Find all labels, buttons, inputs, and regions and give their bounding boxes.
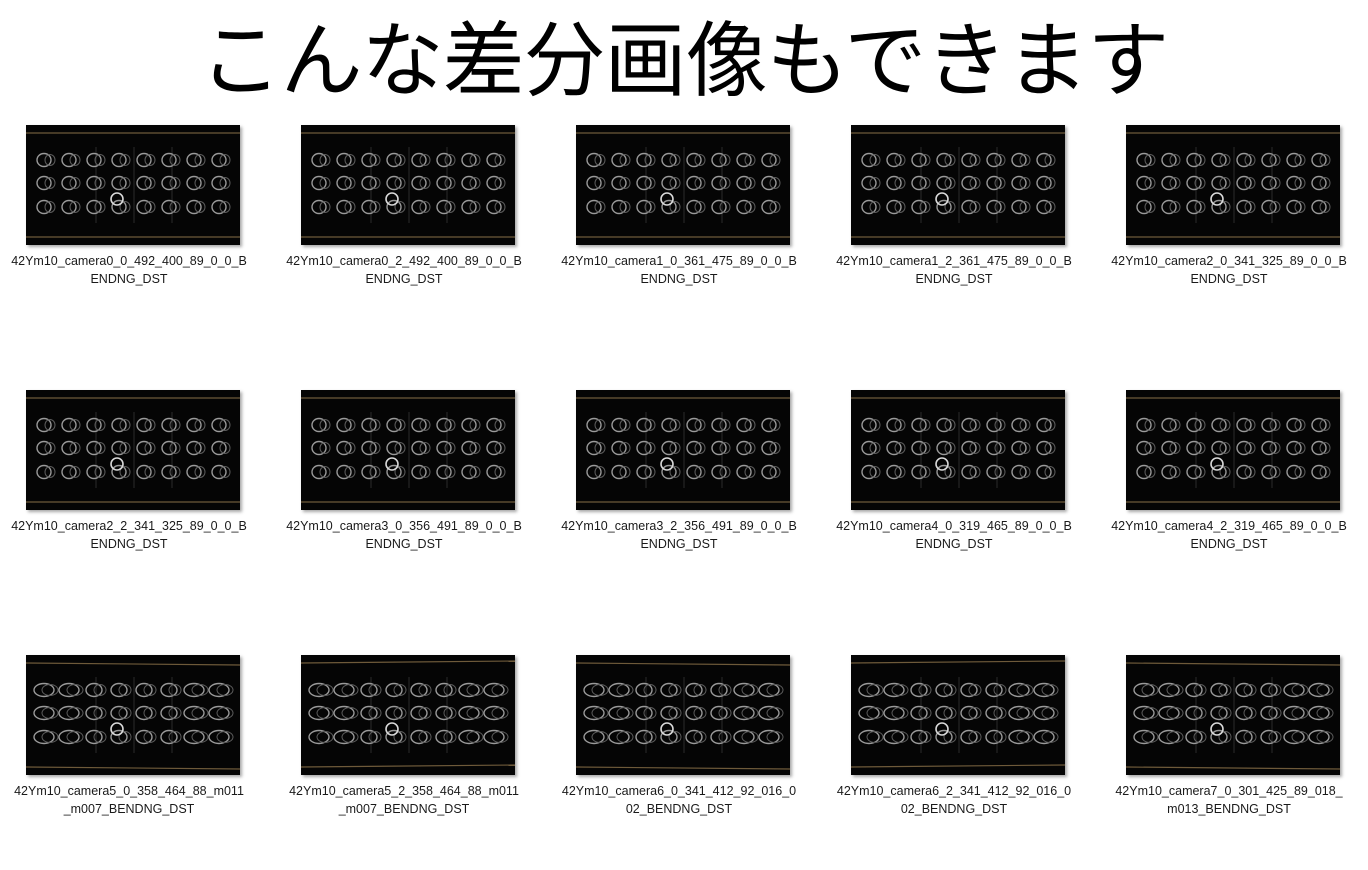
file-name-line1: 42Ym10_camera1_2_361_475_89_0_0_B [836, 254, 1072, 268]
difference-image-preview [1126, 390, 1340, 510]
file-thumbnail[interactable] [576, 125, 790, 245]
difference-image-preview [576, 390, 790, 510]
file-item[interactable]: 42Ym10_camera5_2_358_464_88_m011 _m007_BE… [284, 655, 524, 855]
file-thumbnail[interactable] [851, 655, 1065, 775]
file-item[interactable]: 42Ym10_camera6_0_341_412_92_016_0 02_BEND… [559, 655, 799, 855]
file-name: 42Ym10_camera4_2_319_465_89_0_0_B ENDNG_D… [1109, 517, 1349, 553]
file-name-line2: ENDNG_DST [1190, 272, 1268, 286]
file-name-line2: 02_BENDNG_DST [625, 802, 733, 816]
difference-image-preview [851, 655, 1065, 775]
file-item[interactable]: 42Ym10_camera3_0_356_491_89_0_0_B ENDNG_D… [284, 390, 524, 590]
file-thumbnail[interactable] [26, 655, 240, 775]
file-name-line2: ENDNG_DST [90, 537, 168, 551]
file-name-line1: 42Ym10_camera4_0_319_465_89_0_0_B [836, 519, 1072, 533]
difference-image-preview [301, 390, 515, 510]
file-item[interactable]: 42Ym10_camera1_0_361_475_89_0_0_B ENDNG_D… [559, 125, 799, 325]
difference-image-preview [576, 655, 790, 775]
file-name: 42Ym10_camera3_2_356_491_89_0_0_B ENDNG_D… [559, 517, 799, 553]
difference-image-preview [301, 655, 515, 775]
file-thumbnail[interactable] [26, 390, 240, 510]
file-item[interactable]: 42Ym10_camera6_2_341_412_92_016_0 02_BEND… [834, 655, 1074, 855]
file-name: 42Ym10_camera6_2_341_412_92_016_0 02_BEND… [834, 782, 1074, 818]
file-name-line1: 42Ym10_camera7_0_301_425_89_018_ [1115, 784, 1343, 798]
file-thumbnail[interactable] [1126, 655, 1340, 775]
file-name: 42Ym10_camera7_0_301_425_89_018_ m013_BEN… [1109, 782, 1349, 818]
file-name-line2: m013_BENDNG_DST [1167, 802, 1291, 816]
file-name-line2: ENDNG_DST [640, 272, 718, 286]
file-item[interactable]: 42Ym10_camera4_2_319_465_89_0_0_B ENDNG_D… [1109, 390, 1349, 590]
difference-image-preview [301, 125, 515, 245]
file-name-line2: ENDNG_DST [90, 272, 168, 286]
file-name-line1: 42Ym10_camera6_0_341_412_92_016_0 [561, 784, 797, 798]
file-name-line2: ENDNG_DST [365, 537, 443, 551]
file-thumbnail[interactable] [1126, 125, 1340, 245]
difference-image-preview [26, 390, 240, 510]
difference-image-preview [1126, 125, 1340, 245]
file-name: 42Ym10_camera5_2_358_464_88_m011 _m007_BE… [284, 782, 524, 818]
file-name-line1: 42Ym10_camera4_2_319_465_89_0_0_B [1111, 519, 1347, 533]
file-thumbnail[interactable] [576, 655, 790, 775]
file-item[interactable]: 42Ym10_camera2_0_341_325_89_0_0_B ENDNG_D… [1109, 125, 1349, 325]
file-name: 42Ym10_camera4_0_319_465_89_0_0_B ENDNG_D… [834, 517, 1074, 553]
file-item[interactable]: 42Ym10_camera1_2_361_475_89_0_0_B ENDNG_D… [834, 125, 1074, 325]
file-name-line1: 42Ym10_camera2_0_341_325_89_0_0_B [1111, 254, 1347, 268]
file-thumbnail[interactable] [1126, 390, 1340, 510]
file-name-line2: _m007_BENDNG_DST [338, 802, 470, 816]
file-name-line1: 42Ym10_camera5_2_358_464_88_m011 [289, 784, 519, 798]
file-name: 42Ym10_camera1_0_361_475_89_0_0_B ENDNG_D… [559, 252, 799, 288]
file-name-line2: _m007_BENDNG_DST [63, 802, 195, 816]
difference-image-preview [576, 125, 790, 245]
file-thumbnail[interactable] [851, 390, 1065, 510]
file-name-line1: 42Ym10_camera5_0_358_464_88_m011 [14, 784, 244, 798]
file-name: 42Ym10_camera2_0_341_325_89_0_0_B ENDNG_D… [1109, 252, 1349, 288]
file-name: 42Ym10_camera3_0_356_491_89_0_0_B ENDNG_D… [284, 517, 524, 553]
file-item[interactable]: 42Ym10_camera2_2_341_325_89_0_0_B ENDNG_D… [9, 390, 249, 590]
file-item[interactable]: 42Ym10_camera3_2_356_491_89_0_0_B ENDNG_D… [559, 390, 799, 590]
file-item[interactable]: 42Ym10_camera7_0_301_425_89_018_ m013_BEN… [1109, 655, 1349, 855]
file-name-line1: 42Ym10_camera3_0_356_491_89_0_0_B [286, 519, 522, 533]
file-thumbnail[interactable] [26, 125, 240, 245]
file-thumbnail[interactable] [301, 390, 515, 510]
difference-image-preview [26, 125, 240, 245]
file-name: 42Ym10_camera2_2_341_325_89_0_0_B ENDNG_D… [9, 517, 249, 553]
file-thumbnail[interactable] [301, 125, 515, 245]
file-name: 42Ym10_camera0_2_492_400_89_0_0_B ENDNG_D… [284, 252, 524, 288]
file-name-line2: ENDNG_DST [365, 272, 443, 286]
file-item[interactable]: 42Ym10_camera0_0_492_400_89_0_0_B ENDNG_D… [9, 125, 249, 325]
difference-image-preview [1126, 655, 1340, 775]
difference-image-preview [851, 390, 1065, 510]
file-name-line1: 42Ym10_camera3_2_356_491_89_0_0_B [561, 519, 797, 533]
file-name-line2: ENDNG_DST [1190, 537, 1268, 551]
file-name: 42Ym10_camera0_0_492_400_89_0_0_B ENDNG_D… [9, 252, 249, 288]
file-item[interactable]: 42Ym10_camera5_0_358_464_88_m011 _m007_BE… [9, 655, 249, 855]
difference-image-preview [26, 655, 240, 775]
file-item[interactable]: 42Ym10_camera4_0_319_465_89_0_0_B ENDNG_D… [834, 390, 1074, 590]
file-name: 42Ym10_camera5_0_358_464_88_m011 _m007_BE… [9, 782, 249, 818]
file-item[interactable]: 42Ym10_camera0_2_492_400_89_0_0_B ENDNG_D… [284, 125, 524, 325]
file-name-line1: 42Ym10_camera0_0_492_400_89_0_0_B [11, 254, 247, 268]
file-thumbnail[interactable] [301, 655, 515, 775]
file-thumbnail[interactable] [851, 125, 1065, 245]
difference-image-preview [851, 125, 1065, 245]
file-thumbnail[interactable] [576, 390, 790, 510]
file-name-line2: 02_BENDNG_DST [900, 802, 1008, 816]
file-name: 42Ym10_camera6_0_341_412_92_016_0 02_BEND… [559, 782, 799, 818]
file-name-line1: 42Ym10_camera0_2_492_400_89_0_0_B [286, 254, 522, 268]
file-name-line2: ENDNG_DST [640, 537, 718, 551]
file-name-line1: 42Ym10_camera6_2_341_412_92_016_0 [836, 784, 1072, 798]
file-name-line2: ENDNG_DST [915, 272, 993, 286]
file-thumbnail-grid: 42Ym10_camera0_0_492_400_89_0_0_B ENDNG_D… [0, 0, 1368, 870]
file-name-line1: 42Ym10_camera1_0_361_475_89_0_0_B [561, 254, 797, 268]
file-name-line1: 42Ym10_camera2_2_341_325_89_0_0_B [11, 519, 247, 533]
file-name: 42Ym10_camera1_2_361_475_89_0_0_B ENDNG_D… [834, 252, 1074, 288]
file-name-line2: ENDNG_DST [915, 537, 993, 551]
